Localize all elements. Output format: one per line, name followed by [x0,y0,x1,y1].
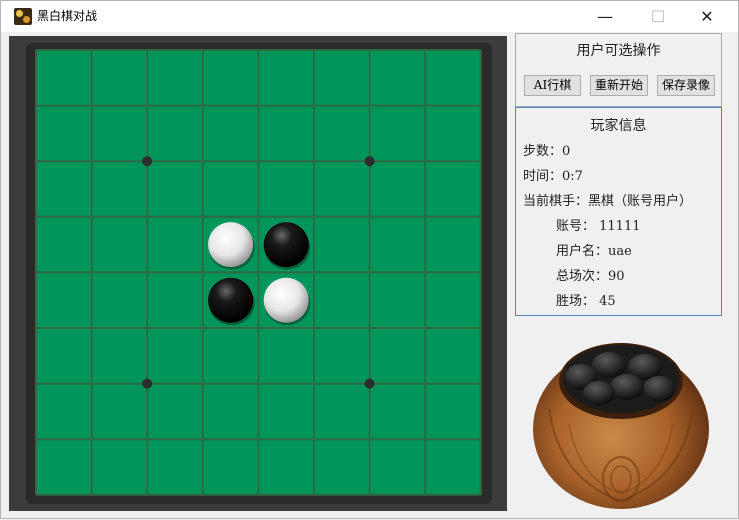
stone-jar-icon [533,343,709,509]
app-window: 黑白棋对战 — ☐ ✕ 用户可选操作 AI行棋 重新开始 保存录像 玩家信息 步… [0,0,739,519]
save-replay-button[interactable]: 保存录像 [657,75,715,96]
black-stone[interactable] [263,222,309,268]
star-point [364,378,375,389]
star-point [364,156,375,167]
star-point [142,156,153,167]
restart-button[interactable]: 重新开始 [590,75,648,96]
player-info-panel: 玩家信息 步数：0 时间：0:7 当前棋手：黑棋（账号用户） 账号： 11111… [515,107,722,316]
operations-panel: 用户可选操作 AI行棋 重新开始 保存录像 [515,33,722,107]
wins-label: 胜场： 45 [556,294,616,309]
steps-label: 步数：0 [523,144,571,159]
white-stone[interactable] [263,277,309,323]
username-label: 用户名：uae [556,244,632,259]
star-point [142,378,153,389]
white-stone[interactable] [208,222,254,268]
operations-title: 用户可选操作 [576,43,661,59]
current-player-label: 当前棋手：黑棋（账号用户） [523,194,693,209]
player-info-title: 玩家信息 [590,118,647,134]
ai-move-button[interactable]: AI行棋 [524,75,581,96]
black-stone[interactable] [208,277,254,323]
time-label: 时间：0:7 [523,169,583,184]
total-games-label: 总场次：90 [556,269,625,284]
account-label: 账号： 11111 [556,219,641,234]
